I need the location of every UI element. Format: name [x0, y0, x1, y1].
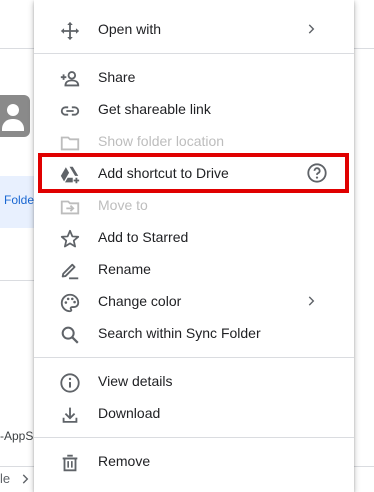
menu-item-label: Rename: [98, 261, 151, 277]
avatar: [0, 95, 30, 137]
highlight-box: [38, 153, 349, 193]
move-to-icon: [58, 195, 82, 219]
palette-icon: [58, 291, 82, 315]
breadcrumb[interactable]: le: [0, 471, 10, 486]
open-with-icon: [58, 19, 82, 43]
menu-item-label: Move to: [98, 197, 148, 213]
menu-item-label: Search within Sync Folder: [98, 325, 261, 341]
link-icon: [58, 99, 82, 123]
menu-item-rename[interactable]: Rename: [34, 253, 354, 285]
background-divider-right: [354, 48, 374, 49]
menu-item-remove[interactable]: Remove: [34, 445, 354, 477]
menu-item-label: View details: [98, 373, 173, 389]
background-divider-mid: [0, 280, 34, 281]
rename-icon: [58, 259, 82, 283]
search-icon: [58, 323, 82, 347]
menu-item-search-within[interactable]: Search within Sync Folder: [34, 317, 354, 349]
menu-item-change-color[interactable]: Change color: [34, 285, 354, 317]
person-add-icon: [58, 67, 82, 91]
menu-item-add-to-starred[interactable]: Add to Starred: [34, 221, 354, 253]
star-icon: [58, 227, 82, 251]
menu-item-label: Get shareable link: [98, 101, 211, 117]
menu-item-label: Add to Starred: [98, 229, 189, 245]
menu-item-label: Download: [98, 405, 161, 421]
menu-item-label: Share: [98, 69, 136, 85]
menu-separator: [34, 357, 354, 358]
selected-file-label: Folde: [4, 193, 34, 207]
menu-item-get-link[interactable]: Get shareable link: [34, 93, 354, 125]
menu-item-view-details[interactable]: View details: [34, 365, 354, 397]
background-divider: [0, 48, 34, 49]
menu-item-open-with[interactable]: Open with: [34, 13, 354, 45]
menu-item-label: Open with: [98, 21, 162, 37]
menu-item-label: Remove: [98, 453, 151, 469]
menu-item-download[interactable]: Download: [34, 397, 354, 429]
menu-separator: [34, 437, 354, 438]
breadcrumb-chevron-icon: [22, 474, 29, 484]
context-menu: Open with Share Get shareable link Show …: [34, 0, 354, 492]
menu-item-share[interactable]: Share: [34, 61, 354, 93]
chevron-right-icon: [308, 296, 315, 306]
info-icon: [58, 371, 82, 395]
menu-item-move-to: Move to: [34, 189, 354, 221]
folder-icon: [58, 131, 82, 155]
download-icon: [58, 403, 82, 427]
chevron-right-icon: [308, 24, 315, 34]
menu-item-label: Change color: [98, 293, 182, 309]
trash-icon: [58, 451, 82, 475]
menu-separator: [34, 53, 354, 54]
file-label-fragment: -AppS: [0, 429, 34, 443]
